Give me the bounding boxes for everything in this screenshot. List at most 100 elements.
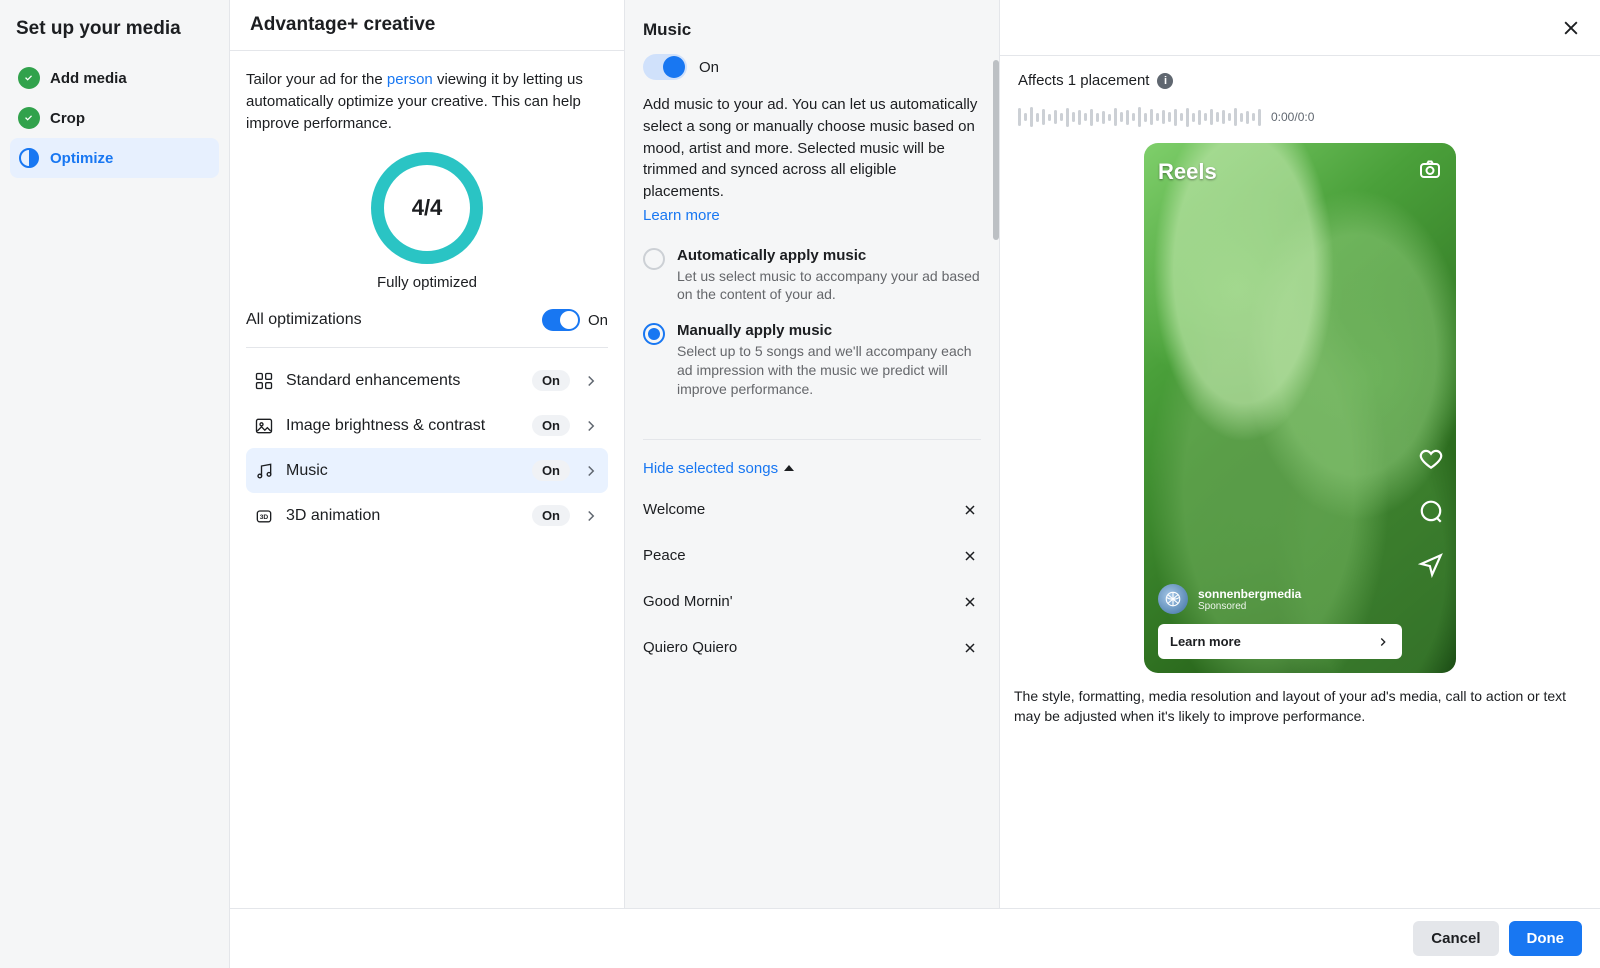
step-optimize[interactable]: Optimize bbox=[10, 138, 219, 178]
song-name: Peace bbox=[643, 547, 686, 564]
chevron-right-icon bbox=[582, 417, 600, 435]
opt-label: Music bbox=[286, 462, 520, 480]
music-description-text: Add music to your ad. You can let us aut… bbox=[643, 96, 977, 200]
radio-label: Automatically apply music bbox=[677, 247, 981, 264]
header: Advantage+ creative bbox=[230, 0, 624, 51]
opt-state-pill: On bbox=[532, 460, 570, 481]
grid-icon bbox=[254, 371, 274, 391]
sidebar-title: Set up your media bbox=[10, 18, 219, 58]
info-icon[interactable]: i bbox=[1157, 73, 1173, 89]
affects-label: Affects 1 placement bbox=[1018, 72, 1149, 89]
sidebar: Set up your media Add media Crop Optimiz… bbox=[0, 0, 230, 968]
radio-label: Manually apply music bbox=[677, 322, 981, 339]
song-name: Welcome bbox=[643, 501, 705, 518]
remove-song-button[interactable] bbox=[959, 545, 981, 567]
footer: Cancel Done bbox=[230, 908, 1600, 968]
opt-state-pill: On bbox=[532, 505, 570, 526]
sponsored-label: Sponsored bbox=[1198, 601, 1301, 612]
preview-column: Affects 1 placement i 0:00/0:0 Reels bbox=[1000, 0, 1600, 968]
cancel-button[interactable]: Cancel bbox=[1413, 921, 1498, 956]
step-label: Crop bbox=[50, 110, 85, 127]
waveform[interactable] bbox=[1018, 103, 1261, 131]
reel-actions bbox=[1418, 446, 1444, 583]
half-circle-icon bbox=[18, 147, 40, 169]
opt-label: Standard enhancements bbox=[286, 372, 520, 390]
song-row: Peace bbox=[643, 533, 981, 579]
hide-songs-toggle[interactable]: Hide selected songs bbox=[643, 460, 981, 477]
preview-note: The style, formatting, media resolution … bbox=[1000, 673, 1600, 736]
intro-text: Tailor your ad for the person viewing it… bbox=[246, 69, 608, 134]
svg-text:3D: 3D bbox=[260, 514, 269, 521]
optimization-ring: 4/4 bbox=[371, 152, 483, 264]
chevron-right-icon bbox=[582, 507, 600, 525]
step-label: Optimize bbox=[50, 150, 113, 167]
radio-sublabel: Select up to 5 songs and we'll accompany… bbox=[677, 342, 981, 399]
opt-image-brightness[interactable]: Image brightness & contrast On bbox=[246, 403, 608, 448]
opt-label: Image brightness & contrast bbox=[286, 417, 520, 435]
user-name: sonnenbergmedia bbox=[1198, 587, 1301, 601]
page-title: Advantage+ creative bbox=[250, 14, 435, 36]
music-toggle[interactable] bbox=[643, 54, 687, 80]
step-crop[interactable]: Crop bbox=[10, 98, 219, 138]
send-icon[interactable] bbox=[1418, 552, 1444, 583]
opt-3d-animation[interactable]: 3D 3D animation On bbox=[246, 493, 608, 538]
remove-song-button[interactable] bbox=[959, 499, 981, 521]
music-icon bbox=[254, 461, 274, 481]
step-add-media[interactable]: Add media bbox=[10, 58, 219, 98]
radio-icon bbox=[643, 248, 665, 270]
cube-icon: 3D bbox=[254, 506, 274, 526]
all-optimizations-toggle[interactable] bbox=[542, 309, 580, 331]
music-mode-radio-group: Automatically apply music Let us select … bbox=[643, 247, 981, 440]
hide-songs-label: Hide selected songs bbox=[643, 460, 778, 477]
cta-button[interactable]: Learn more bbox=[1158, 624, 1402, 659]
remove-song-button[interactable] bbox=[959, 591, 981, 613]
song-row: Welcome bbox=[643, 487, 981, 533]
radio-auto-music[interactable]: Automatically apply music Let us select … bbox=[643, 247, 981, 305]
step-label: Add media bbox=[50, 70, 127, 87]
opt-music[interactable]: Music On bbox=[246, 448, 608, 493]
radio-manual-music[interactable]: Manually apply music Select up to 5 song… bbox=[643, 322, 981, 399]
detail-title: Music bbox=[643, 20, 981, 40]
reel-title: Reels bbox=[1158, 159, 1217, 185]
intro-link-person[interactable]: person bbox=[387, 71, 433, 88]
main-column: Advantage+ creative Tailor your ad for t… bbox=[230, 0, 625, 968]
music-toggle-state: On bbox=[699, 59, 719, 76]
opt-state-pill: On bbox=[532, 370, 570, 391]
camera-icon[interactable] bbox=[1418, 157, 1442, 186]
selected-songs-section: Hide selected songs Welcome Peace Good M… bbox=[643, 460, 981, 671]
time-label: 0:00/0:0 bbox=[1271, 110, 1314, 124]
optimizations-list: Standard enhancements On Image brightnes… bbox=[246, 358, 608, 538]
heart-icon[interactable] bbox=[1418, 446, 1444, 477]
song-row: Good Mornin' bbox=[643, 579, 981, 625]
triangle-up-icon bbox=[784, 465, 794, 471]
comment-icon[interactable] bbox=[1418, 499, 1444, 530]
music-description: Add music to your ad. You can let us aut… bbox=[643, 94, 981, 227]
radio-icon bbox=[643, 323, 665, 345]
opt-state-pill: On bbox=[532, 415, 570, 436]
image-icon bbox=[254, 416, 274, 436]
radio-sublabel: Let us select music to accompany your ad… bbox=[677, 267, 981, 305]
close-header bbox=[1000, 0, 1600, 56]
all-optimizations-state: On bbox=[588, 312, 608, 329]
done-button[interactable]: Done bbox=[1509, 921, 1583, 956]
chevron-right-icon bbox=[582, 462, 600, 480]
chevron-right-icon bbox=[582, 372, 600, 390]
intro-prefix: Tailor your ad for the bbox=[246, 71, 387, 88]
ring-value: 4/4 bbox=[412, 195, 443, 221]
reel-user-row[interactable]: sonnenbergmedia Sponsored bbox=[1158, 584, 1402, 614]
opt-standard-enhancements[interactable]: Standard enhancements On bbox=[246, 358, 608, 403]
song-name: Good Mornin' bbox=[643, 593, 733, 610]
check-icon bbox=[18, 107, 40, 129]
cta-label: Learn more bbox=[1170, 634, 1241, 649]
all-optimizations-label: All optimizations bbox=[246, 311, 362, 329]
check-icon bbox=[18, 67, 40, 89]
song-name: Quiero Quiero bbox=[643, 639, 737, 656]
song-row: Quiero Quiero bbox=[643, 625, 981, 671]
close-button[interactable] bbox=[1560, 17, 1582, 39]
music-learn-more-link[interactable]: Learn more bbox=[643, 205, 981, 227]
avatar bbox=[1158, 584, 1188, 614]
opt-label: 3D animation bbox=[286, 507, 520, 525]
reel-preview: Reels sonnenbergmedia Sponsored bbox=[1144, 143, 1456, 673]
ring-caption: Fully optimized bbox=[377, 274, 477, 291]
remove-song-button[interactable] bbox=[959, 637, 981, 659]
